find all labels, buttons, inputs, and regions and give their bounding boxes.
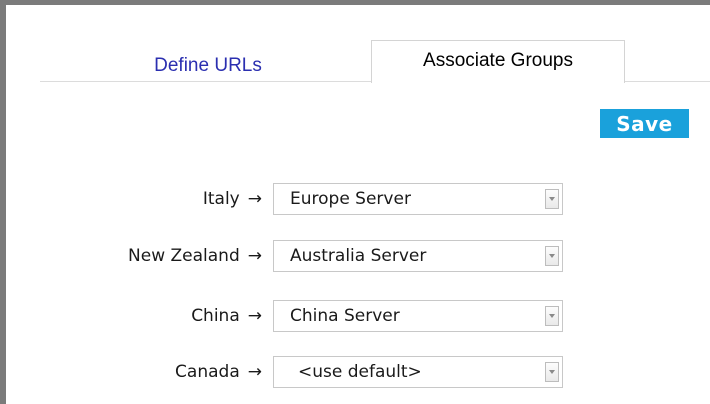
mapping-row: China → China Server [0, 300, 710, 332]
tab-define-urls[interactable]: Define URLs [45, 40, 371, 82]
tab-label: Associate Groups [423, 50, 573, 71]
country-label: New Zealand → [128, 240, 262, 272]
country-name: Italy [202, 189, 240, 209]
server-select[interactable]: Australia Server [273, 240, 563, 272]
chevron-down-icon[interactable] [545, 362, 559, 382]
country-label: China → [191, 300, 262, 332]
server-select[interactable]: <use default> [273, 356, 563, 388]
server-select[interactable]: China Server [273, 300, 563, 332]
save-button[interactable]: Save [600, 109, 689, 138]
server-select-value: China Server [290, 306, 400, 326]
chevron-down-icon[interactable] [545, 306, 559, 326]
server-select[interactable]: Europe Server [273, 183, 563, 215]
mapping-row: Italy → Europe Server [0, 183, 710, 215]
mapping-row: New Zealand → Australia Server [0, 240, 710, 272]
country-label: Canada → [175, 356, 262, 388]
right-arrow-icon: → [247, 362, 262, 382]
tab-label: Define URLs [154, 55, 262, 76]
chevron-down-icon[interactable] [545, 189, 559, 209]
mapping-row: Canada → <use default> [0, 356, 710, 388]
country-label: Italy → [203, 183, 262, 215]
server-select-value: Europe Server [290, 189, 411, 209]
chevron-down-icon[interactable] [545, 246, 559, 266]
country-name: Canada [175, 362, 240, 382]
server-select-value: <use default> [298, 362, 422, 382]
server-select-value: Australia Server [290, 246, 427, 266]
country-name: China [191, 306, 240, 326]
right-arrow-icon: → [247, 246, 262, 266]
country-name: New Zealand [128, 246, 240, 266]
right-arrow-icon: → [247, 189, 262, 209]
right-arrow-icon: → [247, 306, 262, 326]
tab-associate-groups[interactable]: Associate Groups [371, 40, 625, 83]
